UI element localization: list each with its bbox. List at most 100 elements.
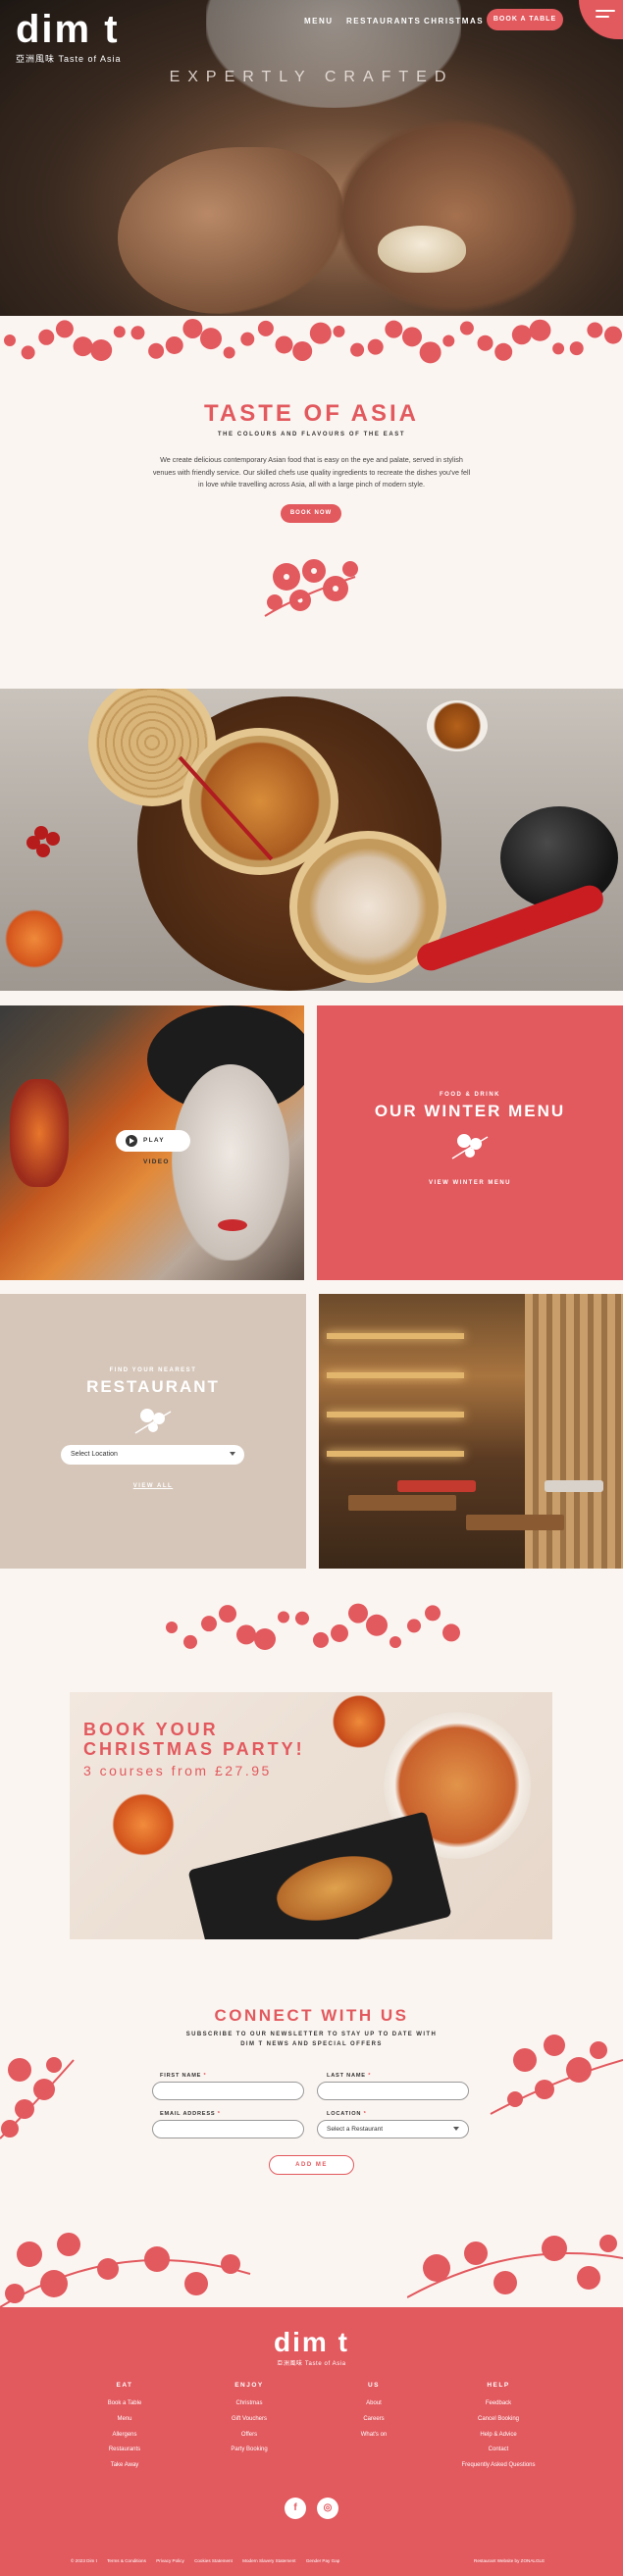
footer-link[interactable]: Take Away xyxy=(51,2458,198,2474)
site-logo[interactable]: dim t 亞洲風味 Taste of Asia xyxy=(16,10,122,65)
footer-link[interactable]: Party Booking xyxy=(176,2443,323,2458)
blossom-petal xyxy=(459,321,474,335)
intro-body: We create delicious contemporary Asian f… xyxy=(152,455,471,489)
site-credit[interactable]: Restaurant Website by ZONALGLE xyxy=(474,2558,545,2563)
blossom-petal xyxy=(182,318,203,338)
blossom-border xyxy=(4,318,622,364)
blossom-petal xyxy=(313,1631,329,1648)
blossom-petal xyxy=(295,1611,309,1625)
blossom-petal xyxy=(166,1622,178,1633)
legal-link[interactable]: Cookies Statement xyxy=(194,2558,233,2563)
blossom-petal xyxy=(407,1619,421,1633)
location-select[interactable]: Select a Restaurant xyxy=(317,2120,469,2138)
blossom-petal xyxy=(309,322,332,344)
restaurant-interior-photo xyxy=(319,1294,623,1569)
blossom-petal xyxy=(442,335,455,347)
blossom-petal xyxy=(223,346,235,359)
blossom-petal xyxy=(113,326,126,338)
book-now-button[interactable]: BOOK NOW xyxy=(281,504,341,523)
blossom-branch-bottom-right xyxy=(407,2235,623,2298)
footer-link[interactable]: Cancel Booking xyxy=(425,2412,572,2428)
nav-christmas[interactable]: CHRISTMAS xyxy=(424,17,484,26)
blossom-petal xyxy=(494,342,513,361)
blossom-petal xyxy=(604,326,622,344)
blossom-petal xyxy=(292,340,313,361)
blossom-petal xyxy=(587,322,603,338)
blossom-petal xyxy=(348,1603,368,1623)
blossom-petal xyxy=(90,338,113,361)
legal-link[interactable]: Privacy Policy xyxy=(156,2558,184,2563)
footer-link[interactable]: Frequently Asked Questions xyxy=(425,2458,572,2474)
chef-figure xyxy=(206,0,461,108)
last-name-field[interactable] xyxy=(317,2082,469,2100)
play-video-label: PLAY VIDEO xyxy=(143,1137,170,1165)
legal-link[interactable]: Gender Pay Gap xyxy=(306,2558,339,2563)
blossom-petal xyxy=(367,338,384,355)
legal-link[interactable]: Terms & Conditions xyxy=(107,2558,146,2563)
first-name-field[interactable] xyxy=(152,2082,304,2100)
add-me-button[interactable]: ADD ME xyxy=(269,2155,354,2175)
blossom-petal xyxy=(385,320,403,338)
winter-menu-kicker: FOOD & DRINK xyxy=(440,1092,500,1098)
footer-logo[interactable]: dim t 亞洲風味 Taste of Asia xyxy=(0,2327,623,2368)
hero-dumpling xyxy=(378,226,466,273)
legal-links: © 2023 Dim t Terms & Conditions Privacy … xyxy=(71,2558,348,2563)
blossom-branch-right xyxy=(490,2035,623,2115)
christmas-party-banner[interactable]: BOOK YOUR CHRISTMAS PARTY! 3 courses from… xyxy=(70,1692,552,1939)
chevron-down-icon xyxy=(453,2127,459,2131)
blossom-petal xyxy=(366,1614,388,1636)
location-select[interactable]: Select Location xyxy=(61,1445,244,1465)
blossom-petal xyxy=(419,341,441,364)
legal-link[interactable]: Modern Slavery Statement xyxy=(242,2558,295,2563)
location-label: LOCATION * xyxy=(327,2111,367,2117)
site-footer: dim t 亞洲風味 Taste of Asia EAT Book a Tabl… xyxy=(0,2307,623,2576)
chevron-down-icon xyxy=(230,1452,235,1456)
instagram-icon[interactable]: ◎ xyxy=(317,2498,338,2519)
blossom-petal xyxy=(275,335,293,354)
footer-link[interactable]: Contact xyxy=(425,2443,572,2458)
footer-col-heading: HELP xyxy=(487,2382,510,2389)
blossom-petal xyxy=(402,327,422,347)
blossom-petal xyxy=(389,1635,401,1648)
facebook-icon[interactable]: f xyxy=(285,2498,306,2519)
blossom-petal xyxy=(130,326,145,340)
christmas-price: 3 courses from £27.95 xyxy=(83,1763,272,1778)
footer-col-help: HELP Feedback Cancel Booking Help & Advi… xyxy=(425,2382,572,2474)
first-name-label: FIRST NAME * xyxy=(160,2073,207,2079)
restaurant-title: RESTAURANT xyxy=(86,1377,220,1396)
blossom-petal xyxy=(511,325,532,345)
play-video-button[interactable]: PLAY VIDEO xyxy=(116,1130,190,1165)
dim-sum-photo xyxy=(0,689,623,991)
restaurant-finder-panel: FIND YOUR NEAREST RESTAURANT Select Loca… xyxy=(0,1294,306,1569)
blossom-icon xyxy=(451,1134,489,1159)
connect-subtitle: SUBSCRIBE TO OUR NEWSLETTER TO STAY UP T… xyxy=(185,2032,438,2047)
blossom-petal xyxy=(552,342,565,355)
book-table-button[interactable]: BOOK A TABLE xyxy=(487,9,563,30)
blossom-petal xyxy=(236,1624,256,1645)
copyright: © 2023 Dim t xyxy=(71,2558,97,2563)
footer-logo-wordmark: dim t xyxy=(274,2327,349,2357)
restaurant-kicker: FIND YOUR NEAREST xyxy=(109,1367,197,1373)
blossom-petal xyxy=(257,320,274,336)
view-winter-menu-link[interactable]: VIEW WINTER MENU xyxy=(317,1180,623,1186)
logo-tagline: 亞洲風味 Taste of Asia xyxy=(16,54,122,64)
blossom-branch-bottom-left xyxy=(0,2233,251,2307)
blossom-petal xyxy=(201,1616,217,1632)
nav-restaurants[interactable]: RESTAURANTS xyxy=(346,17,421,26)
blossom-petal xyxy=(442,1623,460,1642)
blossom-icon xyxy=(134,1409,172,1434)
christmas-title: BOOK YOUR CHRISTMAS PARTY! xyxy=(83,1720,305,1759)
blossom-petal xyxy=(4,335,16,346)
footer-link[interactable]: Feedback xyxy=(425,2396,572,2412)
nav-menu[interactable]: MENU xyxy=(304,17,334,26)
blossom-petal xyxy=(333,325,345,337)
footer-link[interactable]: Help & Advice xyxy=(425,2428,572,2444)
connect-title: CONNECT WITH US xyxy=(214,2006,409,2025)
email-field[interactable] xyxy=(152,2120,304,2138)
blossom-petal xyxy=(200,328,222,350)
blossom-border xyxy=(166,1603,460,1650)
blossom-petal xyxy=(529,319,551,341)
blossom-petal xyxy=(219,1605,236,1623)
view-all-link[interactable]: VIEW ALL xyxy=(0,1483,306,1489)
blossom-petal xyxy=(21,345,35,360)
